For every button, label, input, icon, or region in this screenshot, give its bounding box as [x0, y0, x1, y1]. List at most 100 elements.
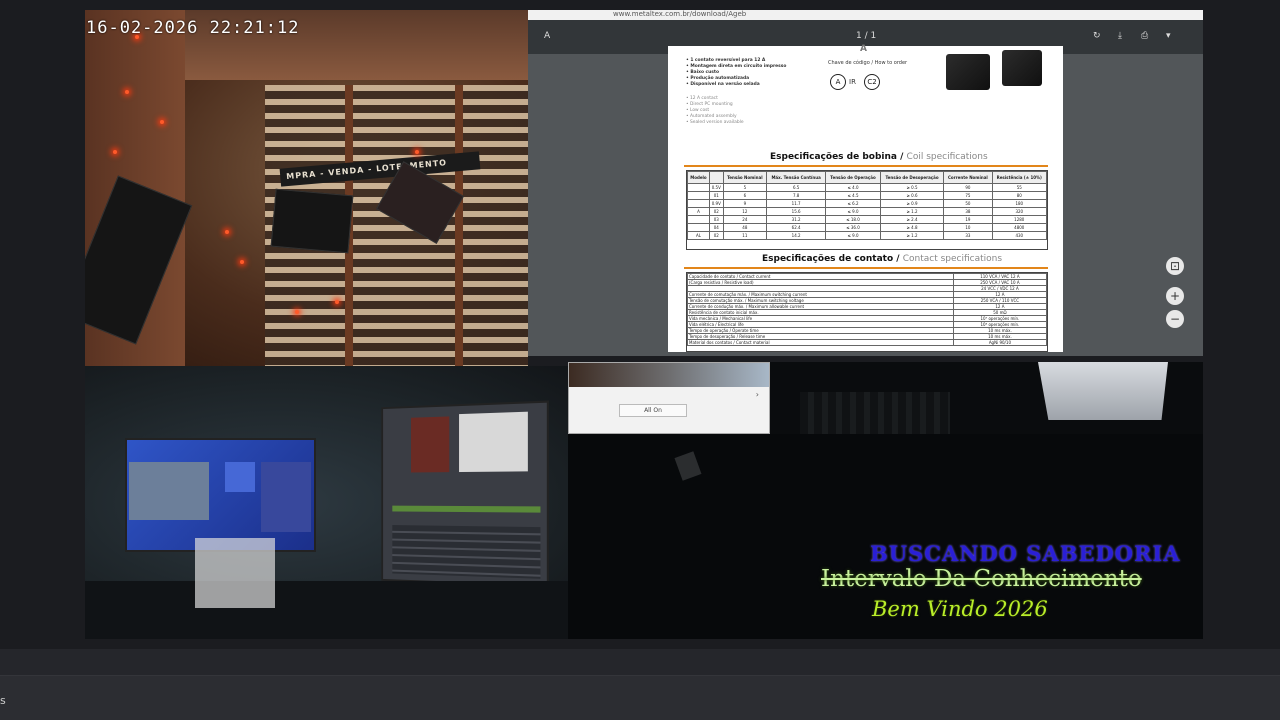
dark-blinds	[800, 392, 950, 434]
relay-photo	[1002, 50, 1042, 86]
table-row: 0.5V 5 6.5 ≤ 4.0 ≥ 0.5 90 55	[688, 184, 1047, 192]
contact-heading: Especificações de contato / Contact spec…	[762, 254, 1002, 264]
zoom-out-button[interactable]: −	[1166, 310, 1184, 328]
coil-column-header: Corrente Nominal	[944, 172, 992, 184]
blind-post	[455, 85, 463, 366]
desk-paper	[195, 538, 275, 608]
zoom-in-button[interactable]: +	[1166, 287, 1184, 305]
table-cell	[688, 192, 710, 200]
table-cell: 19	[944, 216, 992, 224]
table-cell: 6.5	[767, 184, 826, 192]
coil-column-header	[709, 172, 723, 184]
table-cell: 55	[992, 184, 1046, 192]
overlay-title: BUSCANDO SABEDORIA	[870, 541, 1181, 566]
rotate-icon[interactable]: ↻	[1093, 31, 1101, 41]
orange-rule	[684, 165, 1048, 167]
table-cell: 75	[944, 192, 992, 200]
coil-table: Modelo Tensão Nominal Máx. Tensão Contínua…	[686, 170, 1048, 250]
camera-feed-tile: MPRA - VENDA - LOTEAMENTO 16-02-2026 22:…	[85, 10, 528, 366]
code-part: C2	[864, 74, 880, 90]
table-cell: ≥ 0.9	[880, 200, 943, 208]
features-en: • 12 A contact • Direct PC mounting • Low …	[686, 96, 744, 126]
pdf-viewer-tile: www.metaltex.com.br/download/Ageb A 1 / …	[528, 10, 1203, 356]
table-row: AL 02 11 14.2 ≤ 9.0 ≥ 1.2 33 430	[688, 232, 1047, 240]
table-cell: ≥ 2.4	[880, 216, 943, 224]
string-light	[113, 150, 117, 154]
table-cell	[688, 224, 710, 232]
table-cell: 0.9V	[709, 200, 723, 208]
download-icon[interactable]: ⤓	[1118, 31, 1122, 41]
contact-table: Capacidade de contato / Contact current 1…	[686, 272, 1048, 352]
table-cell: ≥ 4.8	[880, 224, 943, 232]
table-row: 01 6 7.8 ≤ 4.5 ≥ 0.6 75 80	[688, 192, 1047, 200]
dark-room-tile-top	[770, 362, 1203, 434]
feature-item: • Disponível na versão selada	[686, 82, 786, 88]
coil-column-header: Tensão de Operação	[826, 172, 881, 184]
stream-viewer: MPRA - VENDA - LOTEAMENTO 16-02-2026 22:…	[0, 0, 1280, 720]
table-cell: 4800	[992, 224, 1046, 232]
url-text: www.metaltex.com.br/download/Ageb	[613, 10, 746, 18]
table-cell: 10	[944, 224, 992, 232]
table-cell: AgNi 90/10	[953, 340, 1046, 346]
table-cell: 11.7	[767, 200, 826, 208]
relay-photo	[946, 54, 990, 90]
bookmark-icon[interactable]: ▾	[1166, 31, 1171, 41]
bottom-bar	[0, 675, 1280, 720]
orange-rule	[684, 267, 1048, 269]
coil-column-header: Modelo	[688, 172, 710, 184]
features-pt: • 1 contato reversível para 12 A • Montag…	[686, 58, 786, 88]
table-cell: 9	[723, 200, 766, 208]
table-cell: 14.2	[767, 232, 826, 240]
series-letter: A	[860, 44, 867, 54]
next-arrow[interactable]: ›	[756, 390, 759, 399]
coil-column-header: Tensão Nominal	[723, 172, 766, 184]
string-light	[225, 230, 229, 234]
fit-page-button[interactable]: ⊡	[1166, 257, 1184, 275]
table-cell: AL	[688, 232, 710, 240]
player-progress-strip	[0, 649, 1280, 675]
table-row: 0.9V 9 11.7 ≤ 6.2 ≥ 0.9 50 180	[688, 200, 1047, 208]
table-cell: 80	[992, 192, 1046, 200]
coil-column-header: Máx. Tensão Contínua	[767, 172, 826, 184]
popup-window: › All On	[568, 362, 770, 434]
table-cell: 6	[723, 192, 766, 200]
right-monitor	[381, 401, 549, 588]
string-light	[125, 90, 129, 94]
table-cell: 33	[944, 232, 992, 240]
table-cell	[688, 200, 710, 208]
camera-timestamp: 16-02-2026 22:21:12	[86, 18, 299, 38]
string-light	[335, 300, 339, 304]
feature-item: • Sealed version available	[686, 120, 744, 126]
overlay-greeting: Bem Vindo 2026	[872, 597, 1048, 621]
coil-heading: Especificações de bobina / Coil specific…	[770, 152, 988, 162]
table-cell: A	[688, 208, 710, 216]
table-cell: 12	[723, 208, 766, 216]
pdf-page: A • 1 contato reversível para 12 A • Mont…	[668, 46, 1063, 352]
bottom-label: s	[0, 694, 6, 707]
table-row: Material dos contatos / Contact material…	[688, 340, 1047, 346]
table-cell: ≤ 9.0	[826, 232, 881, 240]
popup-preview-strip	[569, 363, 770, 387]
coil-column-header: Resistência (± 10%)	[992, 172, 1046, 184]
table-cell: ≤ 18.0	[826, 216, 881, 224]
desk	[85, 581, 568, 639]
all-on-button[interactable]: All On	[619, 404, 687, 417]
table-cell: 50	[944, 200, 992, 208]
table-cell: 31.2	[767, 216, 826, 224]
code-part: IR	[849, 79, 856, 85]
print-icon[interactable]: ⎙	[1141, 31, 1148, 41]
code-part: A	[830, 74, 846, 90]
url-bar[interactable]: www.metaltex.com.br/download/Ageb	[528, 10, 1203, 20]
table-cell: 180	[992, 200, 1046, 208]
string-light	[240, 260, 244, 264]
string-light	[415, 150, 419, 154]
table-cell: 430	[992, 232, 1046, 240]
page-indicator: 1 / 1	[856, 31, 876, 41]
table-cell: ≥ 0.5	[880, 184, 943, 192]
table-cell: Material dos contatos / Contact material	[688, 340, 954, 346]
table-cell: 90	[944, 184, 992, 192]
table-row: A 02 12 15.6 ≤ 9.0 ≥ 1.2 38 320	[688, 208, 1047, 216]
nav-letter[interactable]: A	[544, 31, 550, 41]
table-cell	[688, 184, 710, 192]
table-cell: ≥ 1.2	[880, 232, 943, 240]
